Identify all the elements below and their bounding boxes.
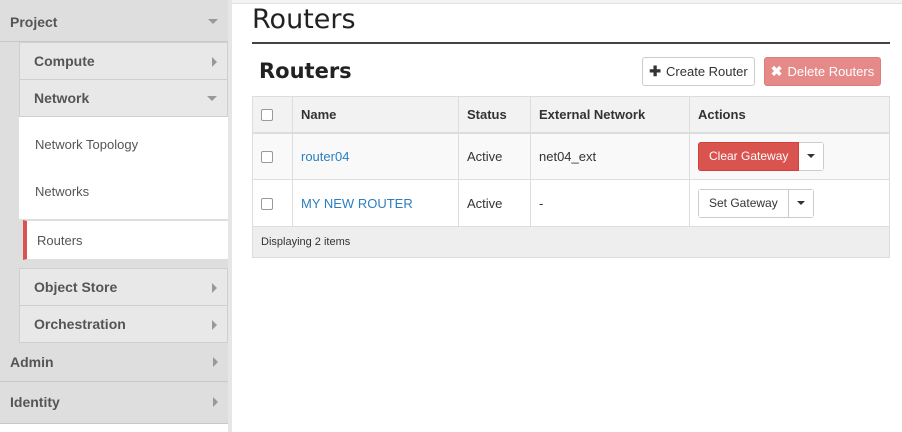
actions-dropdown-toggle[interactable]	[788, 188, 814, 218]
row-select-cell	[252, 132, 293, 180]
status-cell: Active	[458, 132, 531, 180]
caret-down-icon	[807, 154, 816, 159]
plus-icon: ✚	[649, 63, 662, 79]
column-header-actions: Actions	[689, 96, 890, 134]
set-gateway-button[interactable]: Set Gateway	[698, 188, 789, 218]
column-header-external-network[interactable]: External Network	[530, 96, 690, 134]
column-header-status[interactable]: Status	[458, 96, 531, 134]
routers-table: Name Status External Network Actions rou…	[252, 96, 890, 258]
select-all-checkbox[interactable]	[261, 109, 273, 122]
chevron-right-icon	[212, 283, 217, 293]
actions-cell: Clear Gateway	[689, 132, 890, 180]
table-row: MY NEW ROUTER Active - Set Gateway	[252, 179, 890, 227]
sidebar-edge	[228, 0, 232, 432]
sidebar-item-label: Project	[10, 14, 58, 30]
sidebar-item-orchestration[interactable]: Orchestration	[19, 305, 228, 343]
chevron-right-icon	[213, 397, 218, 407]
chevron-right-icon	[212, 320, 217, 330]
row-select-cell	[252, 179, 293, 227]
chevron-down-icon	[208, 19, 218, 24]
status-cell: Active	[458, 179, 531, 227]
external-network-cell: -	[530, 179, 690, 227]
external-network-cell: net04_ext	[530, 132, 690, 180]
actions-cell: Set Gateway	[689, 179, 890, 227]
create-router-button[interactable]: ✚ Create Router	[642, 57, 755, 86]
section-title: Routers	[259, 59, 352, 83]
chevron-right-icon	[213, 357, 218, 367]
sidebar-item-networks[interactable]: Networks	[19, 173, 228, 219]
page-title: Routers	[252, 4, 356, 35]
sidebar-item-label: Compute	[34, 53, 95, 69]
sidebar-item-label: Network Topology	[35, 137, 139, 152]
create-router-label: Create Router	[666, 64, 748, 79]
item-count: Displaying 2 items	[252, 226, 890, 258]
table-row: router04 Active net04_ext Clear Gateway	[252, 132, 890, 180]
sidebar-item-object-store[interactable]: Object Store	[19, 268, 228, 306]
chevron-right-icon	[212, 57, 217, 67]
row-actions: Clear Gateway	[698, 141, 825, 171]
delete-routers-label: Delete Routers	[787, 64, 875, 79]
name-cell: MY NEW ROUTER	[292, 179, 459, 227]
sidebar-item-label: Networks	[35, 184, 90, 199]
sidebar-item-label: Orchestration	[34, 316, 126, 332]
sidebar-item-label: Admin	[10, 354, 54, 370]
sidebar-item-label: Routers	[37, 233, 83, 248]
chevron-down-icon	[207, 96, 217, 101]
router-link[interactable]: router04	[301, 149, 349, 164]
row-actions: Set Gateway	[698, 188, 814, 218]
sidebar-item-label: Network	[34, 90, 90, 106]
sidebar-item-network[interactable]: Network	[19, 79, 228, 117]
sidebar-item-routers[interactable]: Routers	[23, 220, 232, 260]
table-header-row: Name Status External Network Actions	[252, 96, 890, 134]
sidebar-item-compute[interactable]: Compute	[19, 42, 228, 80]
column-header-name[interactable]: Name	[292, 96, 459, 134]
name-cell: router04	[292, 132, 459, 180]
actions-dropdown-toggle[interactable]	[799, 141, 825, 171]
x-icon: ✖	[770, 63, 783, 79]
sidebar-item-label: Object Store	[34, 279, 118, 295]
delete-routers-button[interactable]: ✖ Delete Routers	[764, 57, 881, 86]
row-checkbox[interactable]	[261, 151, 273, 164]
sidebar-item-label: Identity	[10, 394, 60, 410]
select-all-cell	[252, 96, 293, 134]
sidebar-item-admin[interactable]: Admin	[0, 343, 228, 382]
sidebar-item-project[interactable]: Project	[0, 0, 228, 42]
caret-down-icon	[796, 201, 805, 205]
title-divider	[252, 42, 890, 44]
row-checkbox[interactable]	[261, 198, 273, 211]
router-link[interactable]: MY NEW ROUTER	[301, 196, 413, 211]
sidebar-item-network-topology[interactable]: Network Topology	[19, 117, 228, 173]
sidebar-item-identity[interactable]: Identity	[0, 382, 228, 424]
sidebar: Project Compute Network Network Topology…	[0, 0, 232, 432]
table-footer-row: Displaying 2 items	[252, 226, 890, 258]
clear-gateway-button[interactable]: Clear Gateway	[698, 141, 800, 171]
